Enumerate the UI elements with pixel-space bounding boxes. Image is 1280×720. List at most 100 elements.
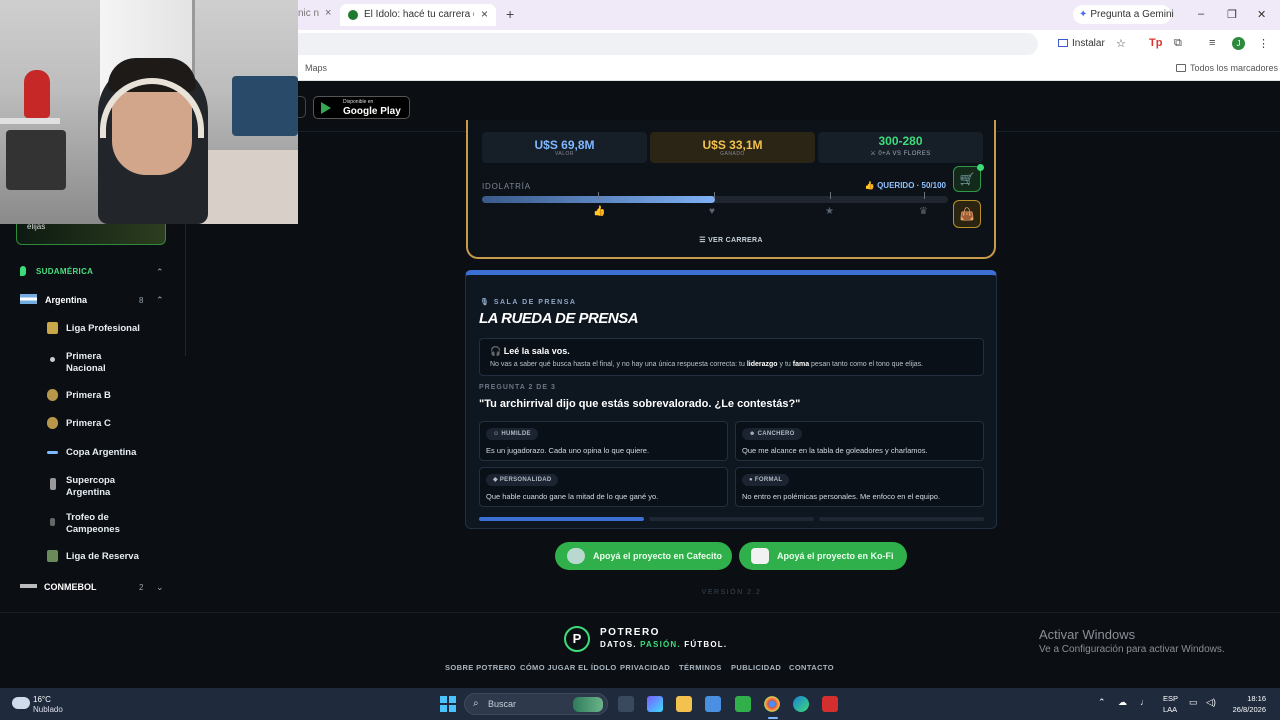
bookmarks-bar: Maps Todos los marcadores xyxy=(298,57,1280,81)
weather-condition[interactable]: Nublado xyxy=(33,705,63,714)
sidebar-item-label: Trofeo de Campeones xyxy=(66,512,120,535)
clock-date[interactable]: 26/8/2026 xyxy=(1220,705,1266,714)
extensions-puzzle-icon[interactable]: ⧉ xyxy=(1174,37,1182,50)
copilot-icon[interactable] xyxy=(647,696,663,712)
restore-icon[interactable]: ❐ xyxy=(1227,8,1237,21)
sidebar-item-label: Liga de Reserva xyxy=(66,551,139,562)
store-icon[interactable] xyxy=(705,696,721,712)
gemini-button[interactable]: ✦ Pregunta a Gemini xyxy=(1073,5,1174,24)
sidebar-item-label: Primera Nacional xyxy=(66,351,106,374)
footer-link-sobre[interactable]: SOBRE POTRERO xyxy=(445,663,516,672)
footer-link-como-jugar[interactable]: CÓMO JUGAR EL ÍDOLO xyxy=(520,663,617,672)
footer-link-publicidad[interactable]: PUBLICIDAD xyxy=(731,663,781,672)
app-store-badge-partial[interactable] xyxy=(298,96,306,118)
active-tab-title: El Ídolo: hacé tu carrera de fútbol xyxy=(364,9,474,20)
google-play-badge[interactable]: Disponible en Google Play xyxy=(313,96,410,119)
primera-c-icon xyxy=(47,417,58,429)
sidebar-item-label: Primera C xyxy=(66,418,111,429)
heart-icon: ♥ xyxy=(709,206,715,217)
shop-cart-button[interactable]: 🛒 xyxy=(953,166,981,192)
footer-link-contacto[interactable]: CONTACTO xyxy=(789,663,834,672)
new-tab-icon[interactable]: + xyxy=(506,6,514,22)
cloud-icon[interactable] xyxy=(12,697,30,709)
answer-option-formal[interactable]: ● FORMAL No entro en polémicas personale… xyxy=(735,467,984,507)
tab-close-icon[interactable]: × xyxy=(481,7,488,21)
conmebol-logo-icon xyxy=(20,584,37,588)
gemini-icon: ✦ xyxy=(1079,9,1088,20)
career-card: U$S 69,8M VALOR U$S 33,1M GANADO 300-280… xyxy=(466,120,996,259)
display-icon[interactable]: ▭ xyxy=(1189,697,1198,708)
stat-valor: U$S 69,8M VALOR xyxy=(482,132,647,163)
profile-avatar[interactable]: J xyxy=(1232,37,1245,50)
active-tab[interactable]: El Ídolo: hacé tu carrera de fútbol × xyxy=(340,4,496,26)
task-view-icon[interactable] xyxy=(618,696,634,712)
liga-reserva-icon xyxy=(47,550,58,562)
tray-chevron-icon[interactable]: ⌃ xyxy=(1098,697,1106,708)
option-text: Es un jugadorazo. Cada uno opina lo que … xyxy=(486,446,650,455)
sidebar-region-sudamerica[interactable]: SUDAMÉRICA xyxy=(20,266,93,276)
minimize-icon[interactable]: – xyxy=(1198,8,1204,20)
potrero-logo-icon[interactable]: P xyxy=(564,626,590,652)
info-text-part: No vas a saber qué busca hasta el final,… xyxy=(490,361,747,368)
cart-icon: 🛒 xyxy=(959,172,975,186)
primera-nacional-icon xyxy=(50,357,55,362)
answer-option-canchero[interactable]: ☻ CANCHERO Que me alcance en la tabla de… xyxy=(735,421,984,461)
previous-tab-title[interactable]: nic n xyxy=(298,8,319,19)
green-app-icon[interactable] xyxy=(735,696,751,712)
weather-temp[interactable]: 16°C xyxy=(33,695,51,704)
sidebar-promo-card[interactable]: elijas xyxy=(16,222,166,245)
thumbs-up-icon: 👍 xyxy=(593,206,606,217)
extension-translate-icon[interactable]: Tp xyxy=(1149,37,1162,49)
kofi-button[interactable]: Apoyá el proyecto en Ko-Fi xyxy=(739,542,907,570)
sidebar-item-label: Copa Argentina xyxy=(66,447,137,458)
omnibox[interactable] xyxy=(298,33,1038,55)
tab-favicon-icon xyxy=(348,10,358,20)
supercopa-icon xyxy=(50,478,56,490)
gplay-big-text: Google Play xyxy=(343,106,401,117)
bookmark-star-icon[interactable]: ☆ xyxy=(1116,37,1126,50)
windows-start-icon[interactable] xyxy=(440,696,456,712)
gemini-label: Pregunta a Gemini xyxy=(1090,9,1174,20)
search-placeholder: Buscar xyxy=(488,699,517,709)
question-progress-segment xyxy=(479,517,644,521)
bag-button[interactable]: 👜 xyxy=(953,200,981,228)
previous-tab-close-icon[interactable]: × xyxy=(325,7,331,19)
question-counter: PREGUNTA 2 DE 3 xyxy=(479,384,556,391)
microphone-icon[interactable]: ♩ xyxy=(1140,697,1149,707)
option-tag: ● FORMAL xyxy=(742,474,790,486)
install-icon xyxy=(1058,39,1068,47)
sidebar-divider xyxy=(185,224,186,356)
clock-time[interactable]: 18:16 xyxy=(1228,694,1266,703)
ver-carrera-button[interactable]: ☰ VER CARRERA xyxy=(468,236,994,244)
red-app-icon[interactable] xyxy=(822,696,838,712)
browser-tab-bar: nic n × El Ídolo: hacé tu carrera de fút… xyxy=(298,0,1280,30)
footer-link-privacidad[interactable]: PRIVACIDAD xyxy=(620,663,670,672)
milestone-tick xyxy=(830,192,831,199)
info-text-part: y tu xyxy=(777,361,793,368)
chevron-up-icon[interactable]: ⌃ xyxy=(156,267,164,278)
taskbar-search[interactable]: ⌕ Buscar xyxy=(464,693,608,715)
sidebar-country-argentina[interactable]: Argentina xyxy=(20,294,87,305)
network-cloud-icon[interactable]: ☁ xyxy=(1118,697,1127,708)
chrome-icon[interactable] xyxy=(764,696,780,712)
answer-option-humilde[interactable]: ☺ HUMILDE Es un jugadorazo. Cada uno opi… xyxy=(479,421,728,461)
file-explorer-icon[interactable] xyxy=(676,696,692,712)
all-bookmarks-button[interactable]: Todos los marcadores xyxy=(1176,63,1278,73)
edge-icon[interactable] xyxy=(793,696,809,712)
language-code[interactable]: ESP xyxy=(1163,694,1178,703)
close-window-icon[interactable]: ✕ xyxy=(1257,8,1266,21)
browser-menu-icon[interactable]: ⋮ xyxy=(1258,37,1269,50)
answer-option-personalidad[interactable]: ◆ PERSONALIDAD Que hable cuando gane la … xyxy=(479,467,728,507)
footer-link-terminos[interactable]: TÉRMINOS xyxy=(679,663,722,672)
keyboard-layout[interactable]: LAA xyxy=(1163,705,1177,714)
bookmark-maps[interactable]: Maps xyxy=(305,63,327,73)
cafecito-button[interactable]: Apoyá el proyecto en Cafecito xyxy=(555,542,732,570)
media-control-icon[interactable]: ≡ xyxy=(1209,37,1215,49)
star-icon: ★ xyxy=(825,206,834,217)
volume-icon[interactable]: ◁) xyxy=(1206,697,1216,708)
question-text: "Tu archirrival dijo que estás sobrevalo… xyxy=(479,398,801,410)
chevron-up-icon[interactable]: ⌃ xyxy=(156,295,164,306)
press-eyebrow: 🎙 SALA DE PRENSA xyxy=(480,299,577,306)
install-app-button[interactable]: Instalar xyxy=(1058,38,1105,49)
location-pin-icon xyxy=(20,266,26,276)
